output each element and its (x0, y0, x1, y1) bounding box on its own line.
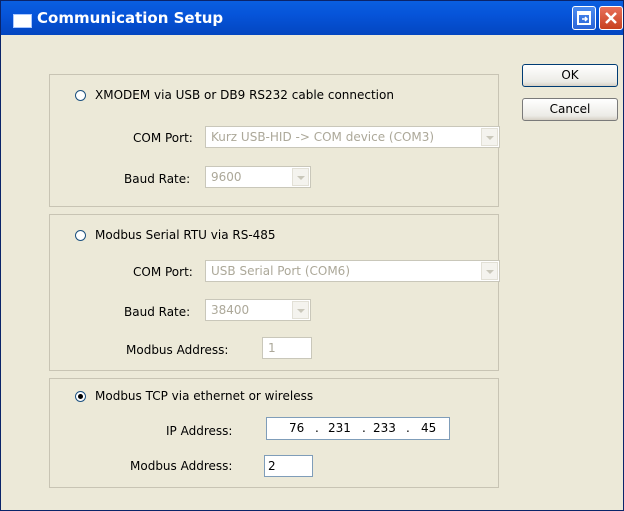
window-icon (13, 14, 32, 28)
modbus-tcp-radio[interactable] (75, 390, 86, 402)
modbus-rtu-option[interactable]: Modbus Serial RTU via RS-485 (75, 228, 276, 242)
ip-dot: . (362, 421, 366, 435)
xmodem-baud-value: 9600 (211, 170, 242, 184)
window-title: Communication Setup (37, 9, 224, 27)
modbus-tcp-option[interactable]: Modbus TCP via ethernet or wireless (75, 389, 313, 403)
title-bar[interactable]: Communication Setup (1, 1, 623, 35)
ip-octet-2[interactable]: 231 (328, 421, 351, 435)
modbus-rtu-label: Modbus Serial RTU via RS-485 (95, 228, 276, 242)
modbus-rtu-radio[interactable] (75, 229, 86, 241)
xmodem-com-port-select: Kurz USB-HID -> COM device (COM3) (205, 126, 500, 148)
xmodem-com-port-value: Kurz USB-HID -> COM device (COM3) (211, 130, 435, 144)
modbus-tcp-address-input[interactable]: 2 (264, 455, 313, 477)
xmodem-radio[interactable] (75, 89, 86, 101)
cancel-button[interactable]: Cancel (522, 98, 618, 121)
ip-octet-1[interactable]: 76 (289, 421, 304, 435)
ip-address-label: IP Address: (166, 424, 233, 438)
modbus-rtu-address-label: Modbus Address: (126, 343, 229, 357)
close-button[interactable] (599, 6, 623, 30)
restore-icon (577, 11, 591, 25)
ip-address-input[interactable]: 76 . 231 . 233 . 45 (266, 417, 450, 440)
xmodem-baud-select: 9600 (205, 166, 311, 188)
xmodem-group: XMODEM via USB or DB9 RS232 cable connec… (49, 74, 500, 207)
modbus-rtu-baud-value: 38400 (211, 303, 250, 317)
xmodem-label: XMODEM via USB or DB9 RS232 cable connec… (95, 88, 394, 102)
ip-dot: . (406, 421, 410, 435)
modbus-rtu-address-input: 1 (262, 337, 312, 359)
ip-octet-4[interactable]: 45 (421, 421, 436, 435)
xmodem-option[interactable]: XMODEM via USB or DB9 RS232 cable connec… (75, 88, 394, 102)
modbus-rtu-group: Modbus Serial RTU via RS-485 COM Port: U… (49, 214, 500, 371)
communication-setup-dialog: Communication Setup OK Cancel XMODEM via… (0, 0, 624, 511)
close-icon (605, 12, 617, 24)
ip-dot: . (315, 421, 319, 435)
modbus-tcp-address-value: 2 (268, 459, 276, 473)
chevron-down-icon (292, 301, 309, 319)
chevron-down-icon (481, 128, 498, 146)
modbus-rtu-com-port-select: USB Serial Port (COM6) (205, 260, 500, 282)
chevron-down-icon (292, 168, 309, 186)
modbus-rtu-com-port-value: USB Serial Port (COM6) (211, 264, 350, 278)
restore-button[interactable] (572, 6, 596, 30)
modbus-rtu-baud-label: Baud Rate: (124, 305, 191, 319)
chevron-down-icon (481, 262, 498, 280)
ok-button[interactable]: OK (522, 64, 618, 87)
modbus-rtu-address-value: 1 (268, 341, 276, 355)
ip-octet-3[interactable]: 233 (373, 421, 396, 435)
xmodem-com-port-label: COM Port: (133, 131, 193, 145)
modbus-tcp-address-label: Modbus Address: (130, 459, 233, 473)
modbus-rtu-baud-select: 38400 (205, 299, 311, 321)
modbus-rtu-com-port-label: COM Port: (133, 265, 193, 279)
xmodem-baud-label: Baud Rate: (124, 172, 191, 186)
modbus-tcp-label: Modbus TCP via ethernet or wireless (95, 389, 314, 403)
